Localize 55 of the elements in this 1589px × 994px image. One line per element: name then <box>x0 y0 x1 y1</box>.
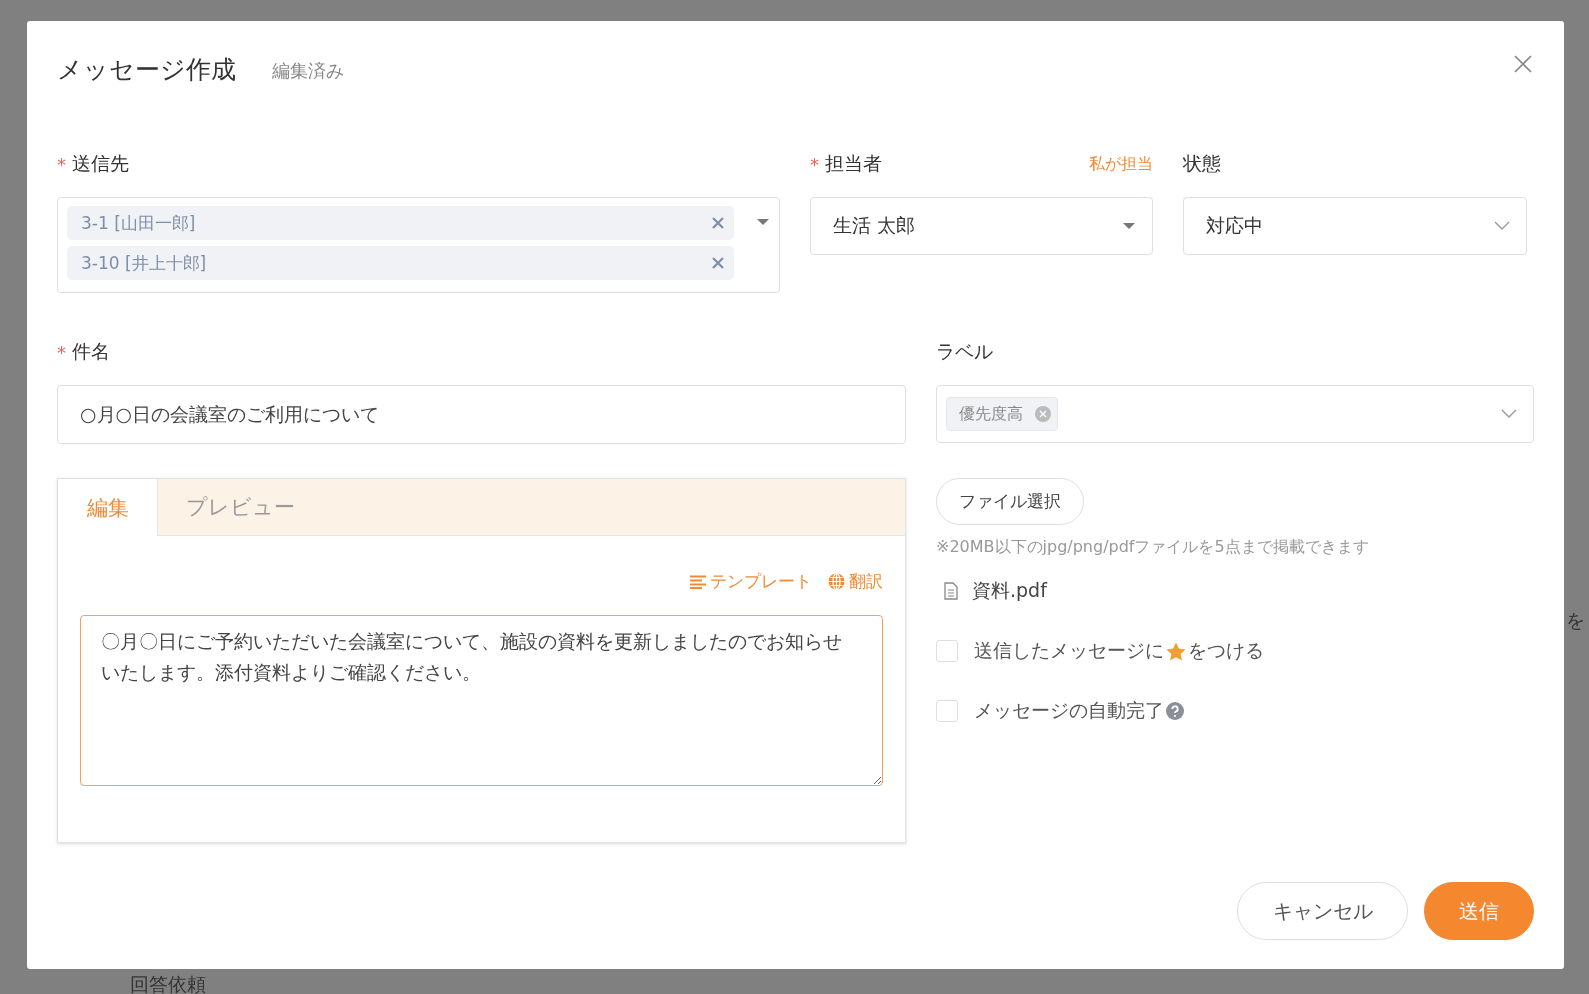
chevron-icon <box>1501 409 1517 419</box>
send-button[interactable]: 送信 <box>1424 882 1534 940</box>
remove-tag-button[interactable] <box>1035 406 1051 422</box>
cancel-button[interactable]: キャンセル <box>1237 882 1408 940</box>
close-button[interactable] <box>1514 55 1532 73</box>
close-icon <box>1514 55 1532 73</box>
assignee-select[interactable]: 生活 太郎 <box>810 197 1153 255</box>
background-text: を <box>1566 608 1585 633</box>
close-icon <box>1035 406 1051 422</box>
checkbox[interactable] <box>936 700 958 722</box>
help-icon <box>1166 702 1184 720</box>
close-icon <box>712 257 724 269</box>
tag-label: 3-1 [山田一郎] <box>81 211 197 235</box>
star-icon <box>1166 641 1186 661</box>
dialog-title: メッセージ作成 <box>57 53 236 86</box>
recipient-select[interactable]: 3-1 [山田一郎] 3-10 [井上十郎] <box>57 197 780 293</box>
background-text: 回答依頼 <box>130 972 206 994</box>
required-mark: * <box>810 153 819 175</box>
caret-icon <box>756 218 770 226</box>
label-select[interactable]: 優先度高 <box>936 385 1534 443</box>
tag-label: 3-10 [井上十郎] <box>81 251 208 275</box>
status-select[interactable]: 対応中 <box>1183 197 1527 255</box>
select-value: 対応中 <box>1206 213 1263 238</box>
field-label: ラベル <box>936 339 993 364</box>
document-icon <box>944 582 958 600</box>
file-note: ※20MB以下のjpg/png/pdfファイルを5点まで掲載できます <box>936 537 1369 558</box>
field-label: 送信先 <box>72 151 129 176</box>
editor-tab[interactable]: プレビュー <box>158 479 323 535</box>
editor-tab[interactable]: 編集 <box>58 479 158 536</box>
required-mark: * <box>57 341 66 363</box>
edit-status: 編集済み <box>272 59 344 83</box>
remove-tag-button[interactable] <box>712 217 724 229</box>
field-label: 状態 <box>1183 151 1221 176</box>
translate-link[interactable]: 翻訳 <box>828 570 883 593</box>
template-link[interactable]: テンプレート <box>690 570 812 593</box>
required-mark: * <box>57 153 66 175</box>
close-icon <box>712 217 724 229</box>
checkbox[interactable] <box>936 640 958 662</box>
chevron-icon <box>1494 221 1510 231</box>
option-label: をつける <box>1188 638 1264 663</box>
select-value: 生活 太郎 <box>833 213 916 238</box>
field-label: 件名 <box>72 339 110 364</box>
field-label: 担当者 <box>825 151 882 176</box>
globe-icon <box>828 573 845 590</box>
remove-tag-button[interactable] <box>712 257 724 269</box>
tag-label: 優先度高 <box>959 403 1023 425</box>
option-label: 送信したメッセージに <box>974 638 1164 663</box>
file-select-button[interactable]: ファイル選択 <box>936 478 1084 525</box>
option-label: メッセージの自動完了 <box>974 698 1164 723</box>
subject-field[interactable]: ○月○日の会議室のご利用について <box>57 385 906 444</box>
message-body-field[interactable]: 〇月〇日にご予約いただいた会議室について、施設の資料を更新しましたのでお知らせいたします。添付資料よりご確認ください。 <box>80 615 883 786</box>
list-icon <box>690 574 706 589</box>
attachment-link[interactable]: 資料.pdf <box>972 578 1047 604</box>
caret-icon <box>1122 222 1136 230</box>
assign-to-me-link[interactable]: 私が担当 <box>1089 153 1153 175</box>
